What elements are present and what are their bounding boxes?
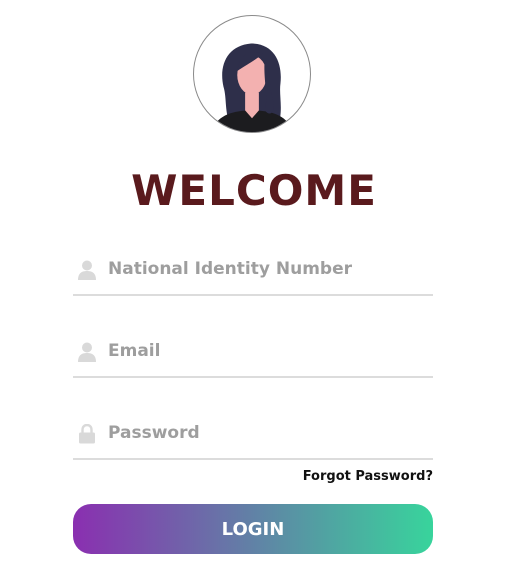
forgot-password-link[interactable]: Forgot Password? — [303, 468, 433, 486]
user-icon — [78, 260, 96, 280]
user-avatar-icon — [211, 43, 293, 132]
password-input[interactable] — [108, 418, 426, 448]
login-button[interactable]: LOGIN — [73, 504, 433, 554]
national-id-field-container — [73, 244, 433, 296]
user-icon — [78, 342, 96, 362]
lock-icon — [78, 424, 96, 444]
email-field-container — [73, 326, 433, 378]
avatar — [193, 15, 311, 133]
page-title: WELCOME — [131, 166, 377, 215]
national-id-input[interactable] — [108, 254, 426, 284]
email-input[interactable] — [108, 336, 426, 366]
password-field-container — [73, 408, 433, 460]
